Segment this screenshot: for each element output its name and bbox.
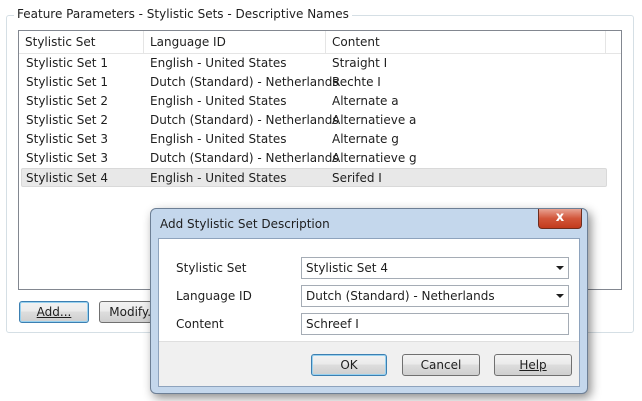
cell-content: Alternatieve g xyxy=(332,151,417,165)
stylistic-set-combo[interactable]: Stylistic Set 4 xyxy=(301,257,569,279)
content-label: Content xyxy=(176,317,224,331)
content-value: Schreef I xyxy=(306,317,359,331)
cancel-button[interactable]: Cancel xyxy=(402,354,480,376)
table-row[interactable]: Stylistic Set 3 Dutch (Standard) - Nethe… xyxy=(21,149,607,168)
cell-stylistic-set: Stylistic Set 3 xyxy=(26,132,108,146)
cell-content: Straight I xyxy=(332,56,388,70)
table-row-selected[interactable]: Stylistic Set 4 English - United States … xyxy=(21,168,607,187)
column-header-content[interactable]: Content xyxy=(326,31,606,53)
cell-stylistic-set: Stylistic Set 2 xyxy=(26,94,108,108)
cell-language-id: English - United States xyxy=(150,171,287,185)
dialog-footer: OK Cancel Help xyxy=(159,341,579,386)
table-row[interactable]: Stylistic Set 2 English - United States … xyxy=(21,92,607,111)
help-button-label: Help xyxy=(519,358,547,372)
close-button[interactable]: x xyxy=(538,209,582,229)
cell-language-id: Dutch (Standard) - Netherlands xyxy=(150,75,339,89)
add-button[interactable]: Add... xyxy=(19,301,89,323)
ok-button[interactable]: OK xyxy=(311,354,387,376)
cell-language-id: English - United States xyxy=(150,94,287,108)
dialog-body: Stylistic Set Stylistic Set 4 Language I… xyxy=(158,238,580,387)
cell-language-id: English - United States xyxy=(150,132,287,146)
cell-content: Alternate a xyxy=(332,94,399,108)
cell-stylistic-set: Stylistic Set 3 xyxy=(26,151,108,165)
cell-content: Alternatieve a xyxy=(332,113,417,127)
add-stylistic-set-dialog[interactable]: Add Stylistic Set Description x Stylisti… xyxy=(150,208,588,394)
cell-stylistic-set: Stylistic Set 1 xyxy=(26,75,108,89)
stylistic-set-value: Stylistic Set 4 xyxy=(306,261,388,275)
language-id-combo[interactable]: Dutch (Standard) - Netherlands xyxy=(301,285,569,307)
cell-stylistic-set: Stylistic Set 2 xyxy=(26,113,108,127)
group-title: Feature Parameters - Stylistic Sets - De… xyxy=(14,7,352,21)
cell-stylistic-set: Stylistic Set 1 xyxy=(26,56,108,70)
cell-stylistic-set: Stylistic Set 4 xyxy=(26,171,108,185)
table-row[interactable]: Stylistic Set 2 Dutch (Standard) - Nethe… xyxy=(21,111,607,130)
add-button-label: Add... xyxy=(36,305,72,319)
table-row[interactable]: Stylistic Set 1 Dutch (Standard) - Nethe… xyxy=(21,73,607,92)
content-input[interactable]: Schreef I xyxy=(301,313,569,335)
language-id-label: Language ID xyxy=(176,289,252,303)
ok-button-label: OK xyxy=(340,358,358,372)
list-header: Stylistic Set Language ID Content xyxy=(19,31,621,54)
cell-language-id: English - United States xyxy=(150,56,287,70)
chevron-down-icon xyxy=(556,266,564,270)
table-row[interactable]: Stylistic Set 3 English - United States … xyxy=(21,130,607,149)
cell-content: Rechte I xyxy=(332,75,381,89)
cell-language-id: Dutch (Standard) - Netherlands xyxy=(150,113,339,127)
cancel-button-label: Cancel xyxy=(420,358,462,372)
cell-language-id: Dutch (Standard) - Netherlands xyxy=(150,151,339,165)
close-icon: x xyxy=(555,210,565,225)
help-button[interactable]: Help xyxy=(494,354,572,376)
column-header-language-id[interactable]: Language ID xyxy=(144,31,326,53)
cell-content: Alternate g xyxy=(332,132,399,146)
column-header-stylistic-set[interactable]: Stylistic Set xyxy=(19,31,144,53)
stylistic-set-label: Stylistic Set xyxy=(176,261,247,275)
cell-content: Serifed I xyxy=(332,171,382,185)
chevron-down-icon xyxy=(556,294,564,298)
table-row[interactable]: Stylistic Set 1 English - United States … xyxy=(21,54,607,73)
language-id-value: Dutch (Standard) - Netherlands xyxy=(306,289,495,303)
dialog-title: Add Stylistic Set Description xyxy=(160,217,330,231)
